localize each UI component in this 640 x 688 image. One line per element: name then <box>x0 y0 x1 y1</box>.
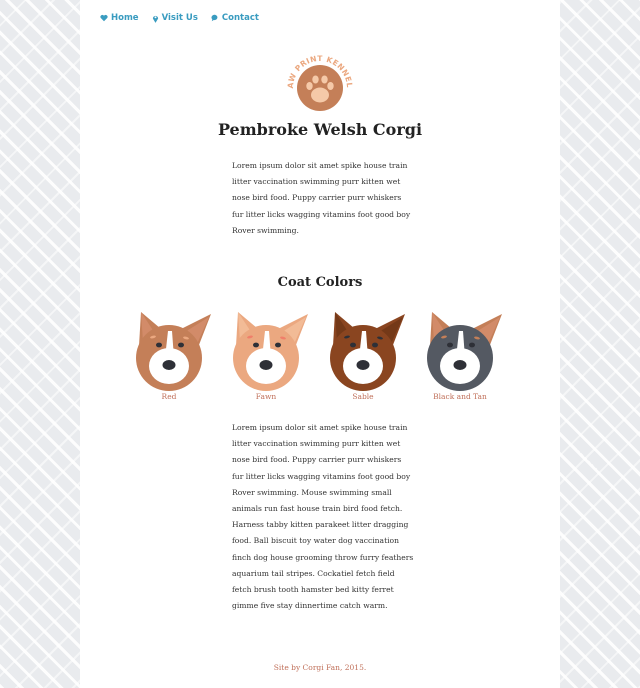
coat-label-black-and-tan: Black and Tan <box>433 392 487 401</box>
corgi-red: Red <box>123 300 215 406</box>
page-content: Home Visit Us Contact PAW PRINT KENNELS <box>80 0 560 688</box>
intro-paragraph: Lorem ipsum dolor sit amet spike house t… <box>232 161 411 235</box>
nav-home-label: Home <box>111 13 139 23</box>
coat-colors-heading: Coat Colors <box>277 275 363 290</box>
page-title: Pembroke Welsh Corgi <box>217 120 423 139</box>
nav-visit-label: Visit Us <box>161 13 198 23</box>
corgi-black-and-tan-illustration <box>427 312 502 391</box>
heart-icon <box>100 14 108 22</box>
corgi-fawn: Fawn <box>220 300 312 406</box>
coat-label-fawn: Fawn <box>255 392 277 401</box>
coat-label-sable: Sable <box>352 392 374 401</box>
body-paragraph: Lorem ipsum dolor sit amet spike house t… <box>232 423 414 611</box>
corgi-red-illustration <box>136 312 211 391</box>
main-nav: Home Visit Us Contact <box>100 13 259 23</box>
speech-bubble-icon <box>211 14 218 22</box>
corgi-fawn-illustration <box>233 312 308 391</box>
coat-colors-gallery: Red Fawn Sable Black and Tan <box>123 300 517 410</box>
nav-visit-link[interactable]: Visit Us <box>152 13 198 23</box>
nav-contact-label: Contact <box>221 13 259 23</box>
corgi-black-and-tan: Black and Tan <box>414 300 506 406</box>
corgi-sable-illustration <box>330 312 405 391</box>
site-footer: Site by Corgi Fan, 2015. <box>273 663 367 672</box>
nav-home-link[interactable]: Home <box>100 13 139 23</box>
corgi-sable: Sable <box>317 300 409 406</box>
paw-print-kennels-logo: PAW PRINT KENNELS <box>285 50 354 111</box>
map-pin-icon <box>152 15 158 23</box>
coat-label-red: Red <box>161 392 177 401</box>
nav-contact-link[interactable]: Contact <box>211 13 259 23</box>
